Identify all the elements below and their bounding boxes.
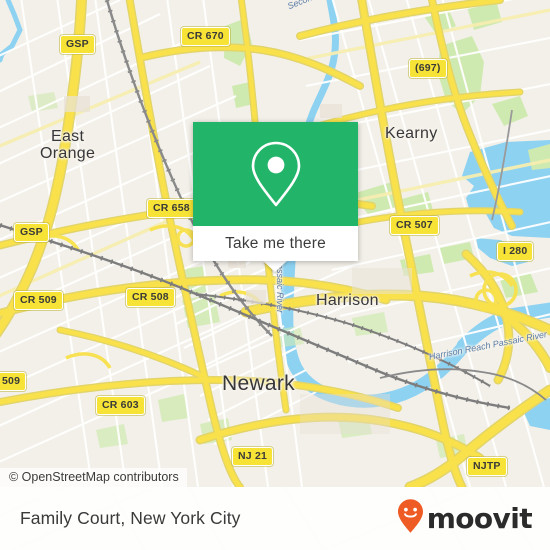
- road-shield-gsp-north[interactable]: GSP: [60, 35, 95, 54]
- road-shield-gsp-south[interactable]: GSP: [14, 223, 49, 242]
- road-shield-nj-21[interactable]: NJ 21: [232, 447, 274, 466]
- road-shield-cr-507[interactable]: CR 507: [390, 216, 439, 235]
- location-title: Family Court, New York City: [20, 508, 241, 528]
- map-pin-icon: [193, 122, 358, 226]
- footer-bar: Family Court, New York City moovit: [0, 487, 550, 550]
- take-me-there-callout[interactable]: Take me there: [193, 122, 358, 261]
- moovit-smiley-pin-icon: [397, 498, 424, 539]
- road-shield-cr-603[interactable]: CR 603: [96, 396, 145, 415]
- road-shield-cr-658[interactable]: CR 658: [147, 199, 196, 218]
- moovit-brand[interactable]: moovit: [397, 498, 533, 539]
- road-shield-cr-508[interactable]: CR 508: [126, 288, 175, 307]
- road-shield-i-280[interactable]: I 280: [497, 242, 534, 261]
- road-shield-njtp[interactable]: NJTP: [467, 457, 507, 476]
- callout-header: [193, 122, 358, 226]
- road-shield-cr-670[interactable]: CR 670: [181, 27, 230, 46]
- osm-attribution[interactable]: © OpenStreetMap contributors: [0, 468, 187, 487]
- callout-tail: [262, 260, 288, 272]
- road-shield-cr-509[interactable]: CR 509: [14, 291, 63, 310]
- moovit-wordmark: moovit: [426, 502, 533, 535]
- take-me-there-button[interactable]: Take me there: [193, 226, 358, 261]
- road-shield-697[interactable]: (697): [409, 59, 447, 78]
- road-shield-509[interactable]: 509: [0, 372, 27, 391]
- moovit-map-screenshot: East Orange Kearny Harrison Newark Secon…: [0, 0, 550, 550]
